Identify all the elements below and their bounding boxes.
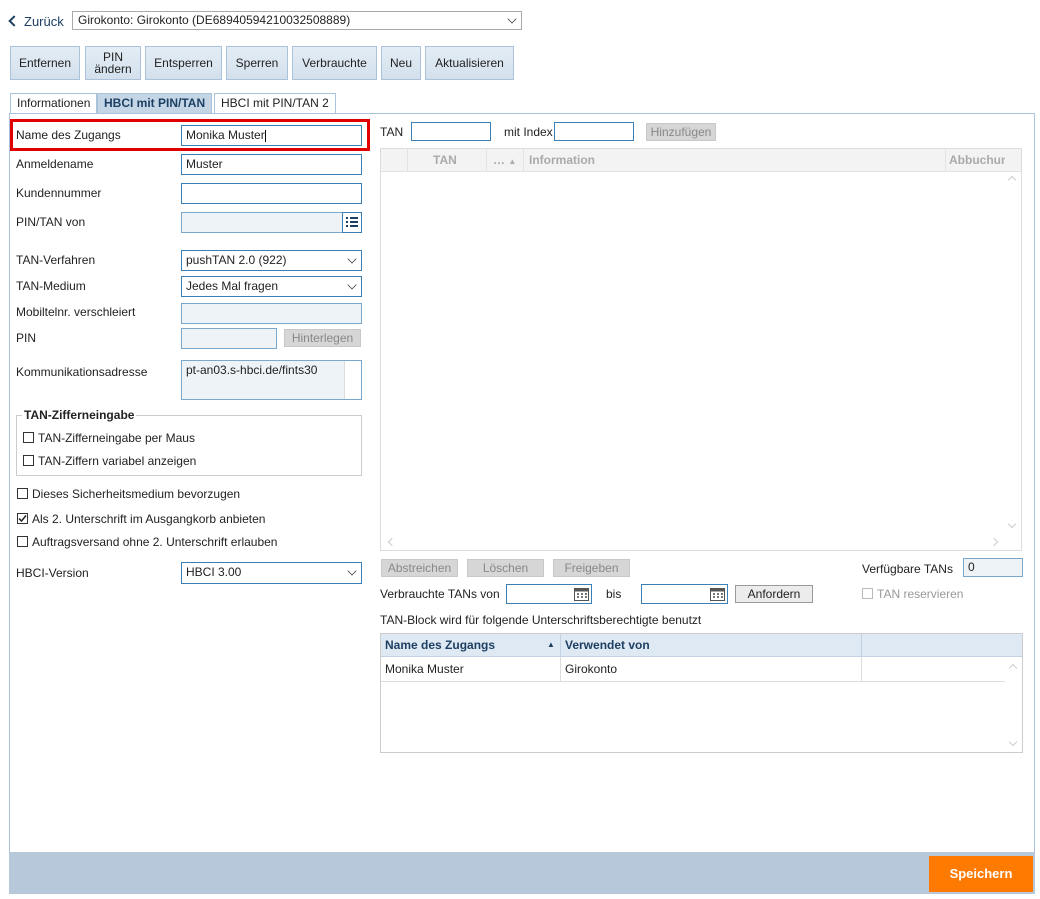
- tan-label: TAN: [380, 125, 404, 139]
- chevron-down-icon: [1008, 737, 1018, 747]
- chevron-down-icon: [347, 280, 357, 290]
- tan-table-hscroll[interactable]: [381, 535, 1005, 550]
- second-signature-label: Als 2. Unterschrift im Ausgangkorb anbie…: [32, 512, 266, 526]
- row-access-name: Monika Muster: [385, 662, 464, 676]
- mobile-label: Mobiltelnr. verschleiert: [16, 305, 136, 319]
- strike-button[interactable]: Abstreichen: [381, 559, 458, 577]
- add-tan-button[interactable]: Hinzufügen: [646, 123, 716, 141]
- list-icon[interactable]: [342, 212, 362, 233]
- customer-no-label: Kundennummer: [16, 186, 102, 200]
- chevron-up-icon: [1007, 175, 1017, 185]
- available-tans-label: Verfügbare TANs: [862, 562, 953, 576]
- calendar-icon[interactable]: [709, 586, 726, 602]
- tan-table-vscroll[interactable]: [1004, 171, 1021, 535]
- chevron-down-icon: [1007, 519, 1017, 529]
- chevron-down-icon: [507, 14, 517, 24]
- allow-without-second-label: Auftragsversand ohne 2. Unterschrift erl…: [32, 535, 278, 549]
- index-input[interactable]: [554, 122, 634, 141]
- lock-button[interactable]: Sperren: [226, 46, 288, 80]
- checkmark-icon: [18, 515, 27, 523]
- second-signature-checkbox[interactable]: [17, 513, 28, 524]
- col-access-name[interactable]: Name des Zugangs: [385, 638, 495, 652]
- reserve-tan-label: TAN reservieren: [877, 587, 964, 601]
- account-select[interactable]: Girokonto: Girokonto (DE6894059421003250…: [72, 11, 522, 30]
- chevron-left-icon: [8, 15, 20, 27]
- pin-input[interactable]: [181, 328, 277, 349]
- users-table-header: Name des Zugangs ▲ Verwendet von: [381, 634, 1022, 657]
- tab-hbci-pin-tan[interactable]: HBCI mit PIN/TAN: [97, 93, 213, 114]
- calendar-icon[interactable]: [573, 586, 590, 602]
- tan-digit-mouse-label: TAN-Zifferneingabe per Maus: [38, 431, 195, 445]
- prefer-medium-checkbox[interactable]: [17, 488, 28, 499]
- customer-no-input[interactable]: [181, 183, 362, 204]
- tan-table: TAN … ▲ Information Abbuchun: [380, 148, 1022, 551]
- col-information[interactable]: Information: [529, 153, 595, 167]
- col-dots[interactable]: … ▲: [493, 153, 516, 167]
- address-textarea[interactable]: pt-an03.s-hbci.de/fints30: [181, 360, 362, 400]
- textarea-scrollbar[interactable]: [344, 361, 361, 399]
- tan-digit-mouse-checkbox[interactable]: [23, 432, 34, 443]
- tan-medium-select[interactable]: Jedes Mal fragen: [181, 276, 362, 297]
- chevron-down-icon: [347, 254, 357, 264]
- save-button[interactable]: Speichern: [929, 856, 1033, 892]
- pin-label: PIN: [16, 331, 37, 345]
- remove-button[interactable]: Entfernen: [10, 46, 80, 80]
- hbci-version-select[interactable]: HBCI 3.00: [181, 562, 362, 584]
- footer-bar: [9, 852, 1035, 894]
- pintan-from-input[interactable]: [181, 212, 343, 233]
- back-label: Zurück: [24, 13, 64, 29]
- change-pin-label-2: ändern: [94, 62, 132, 76]
- col-abbuchung[interactable]: Abbuchun: [949, 153, 1005, 167]
- access-name-label: Name des Zugangs: [16, 128, 121, 142]
- tan-digit-group-title: TAN-Zifferneingabe: [22, 408, 137, 422]
- unlock-button[interactable]: Entsperren: [145, 46, 222, 80]
- tan-method-label: TAN-Verfahren: [16, 253, 96, 267]
- available-tans-value: 0: [963, 558, 1023, 577]
- tab-informationen[interactable]: Informationen: [10, 93, 98, 114]
- tan-digit-variable-checkbox[interactable]: [23, 455, 34, 466]
- change-pin-button[interactable]: PIN ändern: [85, 46, 141, 80]
- new-button[interactable]: Neu: [381, 46, 421, 80]
- chevron-down-icon: [347, 566, 357, 576]
- users-table: Name des Zugangs ▲ Verwendet von Monika …: [380, 633, 1023, 753]
- row-used-by: Girokonto: [565, 662, 618, 676]
- tan-input[interactable]: [411, 122, 491, 141]
- account-select-value: Girokonto: Girokonto (DE6894059421003250…: [78, 13, 351, 27]
- used-button[interactable]: Verbrauchte: [292, 46, 377, 80]
- access-name-input[interactable]: Monika Muster: [181, 125, 362, 146]
- tab-hbci-pin-tan-2[interactable]: HBCI mit PIN/TAN 2: [214, 93, 336, 114]
- address-label: Kommunikationsadresse: [16, 365, 148, 379]
- used-from-label: Verbrauchte TANs von: [380, 587, 500, 601]
- chevron-left-icon: [387, 537, 397, 547]
- tan-table-header: TAN … ▲ Information Abbuchun: [381, 149, 1021, 172]
- used-to-label: bis: [606, 587, 622, 601]
- release-button[interactable]: Freigeben: [553, 559, 630, 577]
- chevron-up-icon: [1008, 663, 1018, 673]
- index-label: mit Index: [504, 125, 553, 139]
- chevron-right-icon: [989, 537, 999, 547]
- refresh-button[interactable]: Aktualisieren: [425, 46, 514, 80]
- users-table-vscroll[interactable]: [1005, 657, 1022, 752]
- sort-up-icon: ▲: [547, 640, 555, 649]
- tan-method-select[interactable]: pushTAN 2.0 (922): [181, 250, 362, 271]
- login-label: Anmeldename: [16, 157, 94, 171]
- table-row[interactable]: Monika Muster Girokonto: [381, 657, 1005, 682]
- login-input[interactable]: Muster: [181, 154, 362, 175]
- store-pin-button[interactable]: Hinterlegen: [284, 329, 361, 347]
- prefer-medium-label: Dieses Sicherheitsmedium bevorzugen: [32, 487, 241, 501]
- col-tan[interactable]: TAN: [433, 153, 457, 167]
- tan-medium-label: TAN-Medium: [16, 279, 86, 293]
- mobile-input[interactable]: [181, 303, 362, 324]
- block-note: TAN-Block wird für folgende Unterschrift…: [380, 613, 702, 627]
- reserve-tan-checkbox[interactable]: [862, 588, 873, 599]
- delete-button[interactable]: Löschen: [467, 559, 544, 577]
- pintan-from-label: PIN/TAN von: [16, 215, 86, 229]
- col-used-by[interactable]: Verwendet von: [565, 638, 650, 652]
- allow-without-second-checkbox[interactable]: [17, 536, 28, 547]
- sort-up-icon: ▲: [508, 157, 517, 166]
- hbci-version-label: HBCI-Version: [16, 566, 89, 580]
- request-button[interactable]: Anfordern: [735, 585, 813, 603]
- back-link[interactable]: Zurück: [8, 13, 64, 29]
- tan-digit-variable-label: TAN-Ziffern variabel anzeigen: [38, 454, 197, 468]
